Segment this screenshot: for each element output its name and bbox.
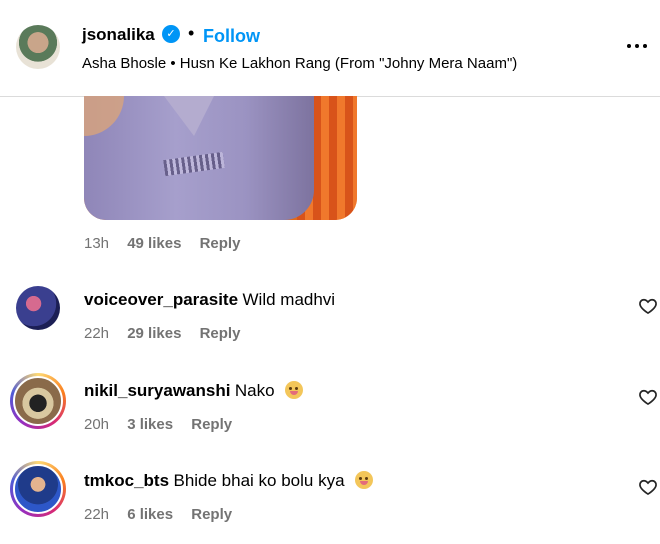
commenter-avatar <box>13 464 63 514</box>
commenter-avatar-story-ring[interactable] <box>10 373 66 429</box>
comment-text: Wild madhvi <box>242 290 336 309</box>
like-heart-icon[interactable] <box>638 387 658 407</box>
commenter-avatar <box>13 376 63 426</box>
commenter-username[interactable]: tmkoc_bts <box>84 471 169 490</box>
comment-time: 22h <box>84 325 110 342</box>
commenter-username[interactable]: nikil_suryawanshi <box>84 381 230 400</box>
reply-button[interactable]: Reply <box>191 506 232 523</box>
commenter-username[interactable]: voiceover_parasite <box>84 290 238 309</box>
reply-button[interactable]: Reply <box>191 416 232 433</box>
reply-button[interactable]: Reply <box>200 325 241 342</box>
comment-line: voiceover_parasite Wild madhvi <box>84 290 335 310</box>
comment-meta: 22h 6 likes Reply <box>84 506 232 523</box>
comment-line: tmkoc_bts Bhide bhai ko bolu kya <box>84 471 373 491</box>
comment-likes[interactable]: 3 likes <box>127 416 173 433</box>
author-username[interactable]: jsonalika <box>82 25 155 45</box>
reply-button[interactable]: Reply <box>200 235 241 252</box>
audio-track-link[interactable]: Asha Bhosle • Husn Ke Lakhon Rang (From … <box>82 55 517 72</box>
comment-text: Nako <box>234 381 275 400</box>
separator-dot: • <box>188 23 195 43</box>
comment-likes[interactable]: 49 likes <box>127 235 181 252</box>
like-heart-icon[interactable] <box>638 477 658 497</box>
comment-meta: 22h 29 likes Reply <box>84 325 240 342</box>
comment-meta: 20h 3 likes Reply <box>84 416 232 433</box>
comment-likes[interactable]: 6 likes <box>127 506 173 523</box>
follow-button[interactable]: Follow <box>203 26 260 47</box>
comment-line: nikil_suryawanshi Nako <box>84 381 304 401</box>
comment-likes[interactable]: 29 likes <box>127 325 181 342</box>
gif-comment-meta: 13h 49 likes Reply <box>84 235 240 252</box>
more-options-icon[interactable] <box>624 38 650 54</box>
comment-text: Bhide bhai ko bolu kya <box>173 471 345 490</box>
post-header: jsonalika ✓ • Follow Asha Bhosle • Husn … <box>0 0 660 97</box>
commenter-avatar[interactable] <box>16 286 60 330</box>
like-heart-icon[interactable] <box>638 296 658 316</box>
commenter-avatar-story-ring[interactable] <box>10 461 66 517</box>
verified-badge-icon: ✓ <box>162 25 180 43</box>
author-avatar[interactable] <box>16 25 60 69</box>
comment-gif-media[interactable] <box>84 96 357 220</box>
face-with-tongue-emoji-icon <box>285 381 304 399</box>
comment-time: 22h <box>84 506 110 523</box>
comment-time: 13h <box>84 235 110 252</box>
comment-time: 20h <box>84 416 110 433</box>
face-with-tongue-emoji-icon <box>355 471 373 489</box>
